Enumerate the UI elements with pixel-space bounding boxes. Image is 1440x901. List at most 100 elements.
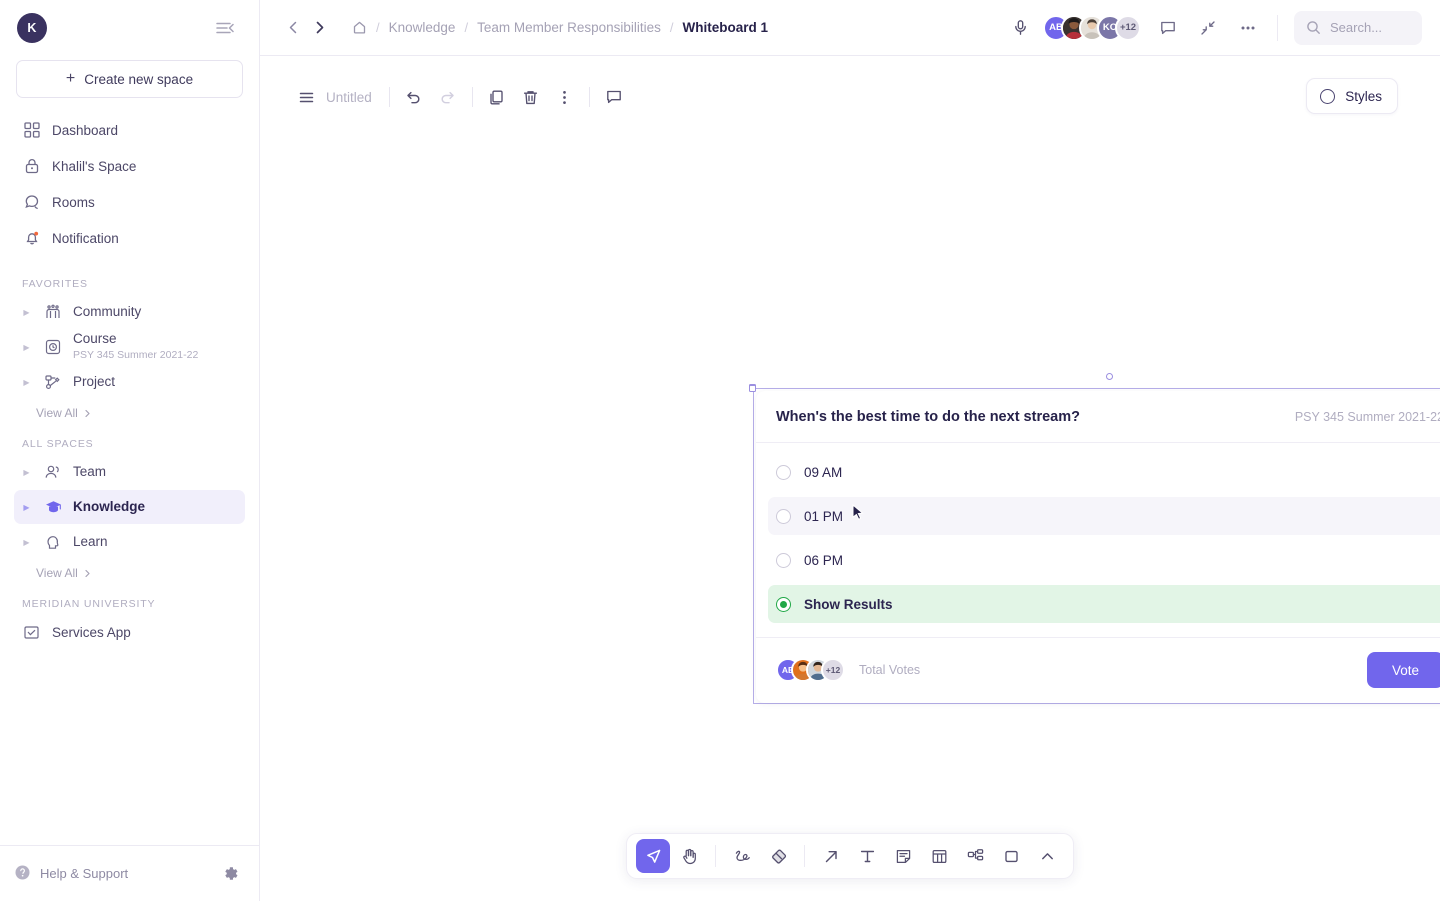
undo-icon[interactable]: [400, 83, 428, 111]
more-vertical-icon[interactable]: [551, 83, 579, 111]
whiteboard-canvas[interactable]: Untitled Styles When's the best time to …: [260, 56, 1440, 901]
comment-icon[interactable]: [1155, 15, 1181, 41]
rectangle-shape-icon[interactable]: [994, 839, 1028, 873]
sidebar-item-project[interactable]: ▶ Project: [14, 365, 245, 399]
primary-nav: Dashboard Khalil's Space Rooms Notificat…: [0, 112, 259, 256]
sidebar-item-label: Course: [73, 331, 117, 347]
pen-draw-icon[interactable]: [725, 839, 759, 873]
redo-icon[interactable]: [434, 83, 462, 111]
sidebar: K + Create new space Dashboard Khalil's …: [0, 0, 260, 901]
eraser-icon[interactable]: [761, 839, 795, 873]
user-avatar[interactable]: K: [17, 13, 47, 43]
plus-icon: +: [65, 70, 76, 87]
sidebar-collapse-icon[interactable]: [213, 16, 237, 40]
nav-item-khalils-space[interactable]: Khalil's Space: [14, 148, 245, 184]
workflow-icon: [42, 371, 64, 393]
whiteboard-toolbar: Untitled: [286, 78, 637, 116]
toolbar-divider: [1277, 14, 1278, 41]
collaborator-avatars[interactable]: AB KO +12: [1043, 14, 1141, 41]
expand-caret-icon[interactable]: ▶: [20, 468, 33, 477]
microphone-icon[interactable]: [1012, 19, 1029, 36]
poll-option-01-pm[interactable]: 01 PM: [768, 497, 1440, 535]
avatar-overflow-count[interactable]: +12: [821, 658, 845, 682]
radio-icon[interactable]: [776, 552, 791, 568]
table-icon[interactable]: [922, 839, 956, 873]
duplicate-icon[interactable]: [483, 83, 511, 111]
poll-option-show-results[interactable]: Show Results: [768, 585, 1440, 623]
lock-icon: [22, 157, 41, 176]
resize-handle-bottom-left[interactable]: [749, 385, 756, 392]
top-bar: / Knowledge / Team Member Responsibiliti…: [260, 0, 1440, 56]
nav-item-label: Khalil's Space: [52, 158, 137, 174]
expand-caret-icon[interactable]: ▶: [20, 308, 33, 317]
rotate-handle[interactable]: [1106, 373, 1113, 380]
poll-option-label: 01 PM: [804, 508, 844, 524]
vote-button[interactable]: Vote: [1366, 652, 1440, 688]
grid-icon: [22, 121, 41, 140]
arrow-connector-icon[interactable]: [814, 839, 848, 873]
breadcrumb-item-team-member-responsibilities[interactable]: Team Member Responsibilities: [477, 20, 661, 35]
nav-forward-icon[interactable]: [306, 15, 332, 41]
head-profile-icon: [42, 531, 64, 553]
favorites-view-all-link[interactable]: View All: [28, 400, 245, 420]
hand-pan-icon[interactable]: [672, 839, 706, 873]
radio-icon[interactable]: [776, 464, 791, 480]
search-input[interactable]: Search...: [1294, 10, 1422, 45]
all-spaces-view-all-link[interactable]: View All: [28, 560, 245, 580]
menu-icon[interactable]: [292, 83, 320, 111]
delete-icon[interactable]: [517, 83, 545, 111]
sidebar-item-community[interactable]: ▶ Community: [14, 295, 245, 329]
expand-caret-icon[interactable]: ▶: [20, 538, 33, 547]
nav-item-label: Notification: [52, 230, 119, 246]
favorites-list: ▶ Community ▶ Course PSY 345 Summer 2021…: [0, 294, 259, 420]
poll-meta: PSY 345 Summer 2021-22: [1294, 410, 1440, 424]
help-and-support-button[interactable]: Help & Support: [14, 864, 128, 884]
breadcrumb-item-knowledge[interactable]: Knowledge: [389, 20, 456, 35]
comment-icon[interactable]: [600, 83, 628, 111]
sidebar-item-sublabel: PSY 345 Summer 2021-22: [73, 349, 199, 362]
nav-item-dashboard[interactable]: Dashboard: [14, 112, 245, 148]
nav-back-icon[interactable]: [280, 15, 306, 41]
chevron-right-icon: [85, 569, 90, 578]
whiteboard-title-input[interactable]: Untitled: [320, 90, 382, 105]
create-new-space-button[interactable]: + Create new space: [16, 60, 243, 98]
sticky-note-icon[interactable]: [886, 839, 920, 873]
poll-options: 09 AM 01 PM 06 PM Show Results: [756, 443, 1440, 637]
styles-button[interactable]: Styles: [1306, 78, 1398, 114]
avatar-overflow-count[interactable]: +12: [1115, 14, 1141, 41]
collapse-fullscreen-icon[interactable]: [1195, 15, 1221, 41]
sidebar-item-label: Team: [73, 463, 107, 479]
nav-item-label: Dashboard: [52, 122, 119, 138]
settings-gear-icon[interactable]: [222, 865, 239, 882]
sidebar-item-knowledge[interactable]: ▶ Knowledge: [14, 490, 245, 524]
home-icon[interactable]: [352, 20, 367, 35]
voter-avatars[interactable]: AB +12: [776, 658, 845, 682]
diagram-icon[interactable]: [958, 839, 992, 873]
poll-option-06-pm[interactable]: 06 PM: [768, 541, 1440, 579]
poll-option-label: Show Results: [804, 596, 893, 612]
expand-caret-icon[interactable]: ▶: [20, 378, 33, 387]
sidebar-item-course[interactable]: ▶ Course PSY 345 Summer 2021-22: [14, 330, 245, 364]
poll-voters: AB +12 Total Votes: [776, 658, 920, 682]
expand-caret-icon[interactable]: ▶: [20, 503, 33, 512]
drawing-tools-toolbar: [626, 833, 1074, 879]
sidebar-item-services-app[interactable]: Services App: [14, 614, 245, 650]
nav-item-rooms[interactable]: Rooms: [14, 184, 245, 220]
all-spaces-section-label: ALL SPACES: [22, 438, 94, 450]
sidebar-item-team[interactable]: ▶ Team: [14, 455, 245, 489]
poll-option-label: 06 PM: [804, 552, 844, 568]
sidebar-item-learn[interactable]: ▶ Learn: [14, 525, 245, 559]
breadcrumb-item-whiteboard-1[interactable]: Whiteboard 1: [683, 20, 769, 35]
expand-caret-icon[interactable]: ▶: [20, 343, 33, 352]
nav-item-notification[interactable]: Notification: [14, 220, 245, 256]
radio-icon[interactable]: [776, 508, 791, 524]
text-icon[interactable]: [850, 839, 884, 873]
radio-icon-selected[interactable]: [776, 596, 791, 612]
poll-option-09-am[interactable]: 09 AM: [768, 453, 1440, 491]
sidebar-footer: Help & Support: [0, 845, 259, 901]
more-options-icon[interactable]: [1235, 15, 1261, 41]
main-area: / Knowledge / Team Member Responsibiliti…: [260, 0, 1440, 901]
cursor-select-icon[interactable]: [636, 839, 670, 873]
breadcrumb-separator: /: [376, 20, 380, 35]
chevron-up-icon[interactable]: [1030, 839, 1064, 873]
